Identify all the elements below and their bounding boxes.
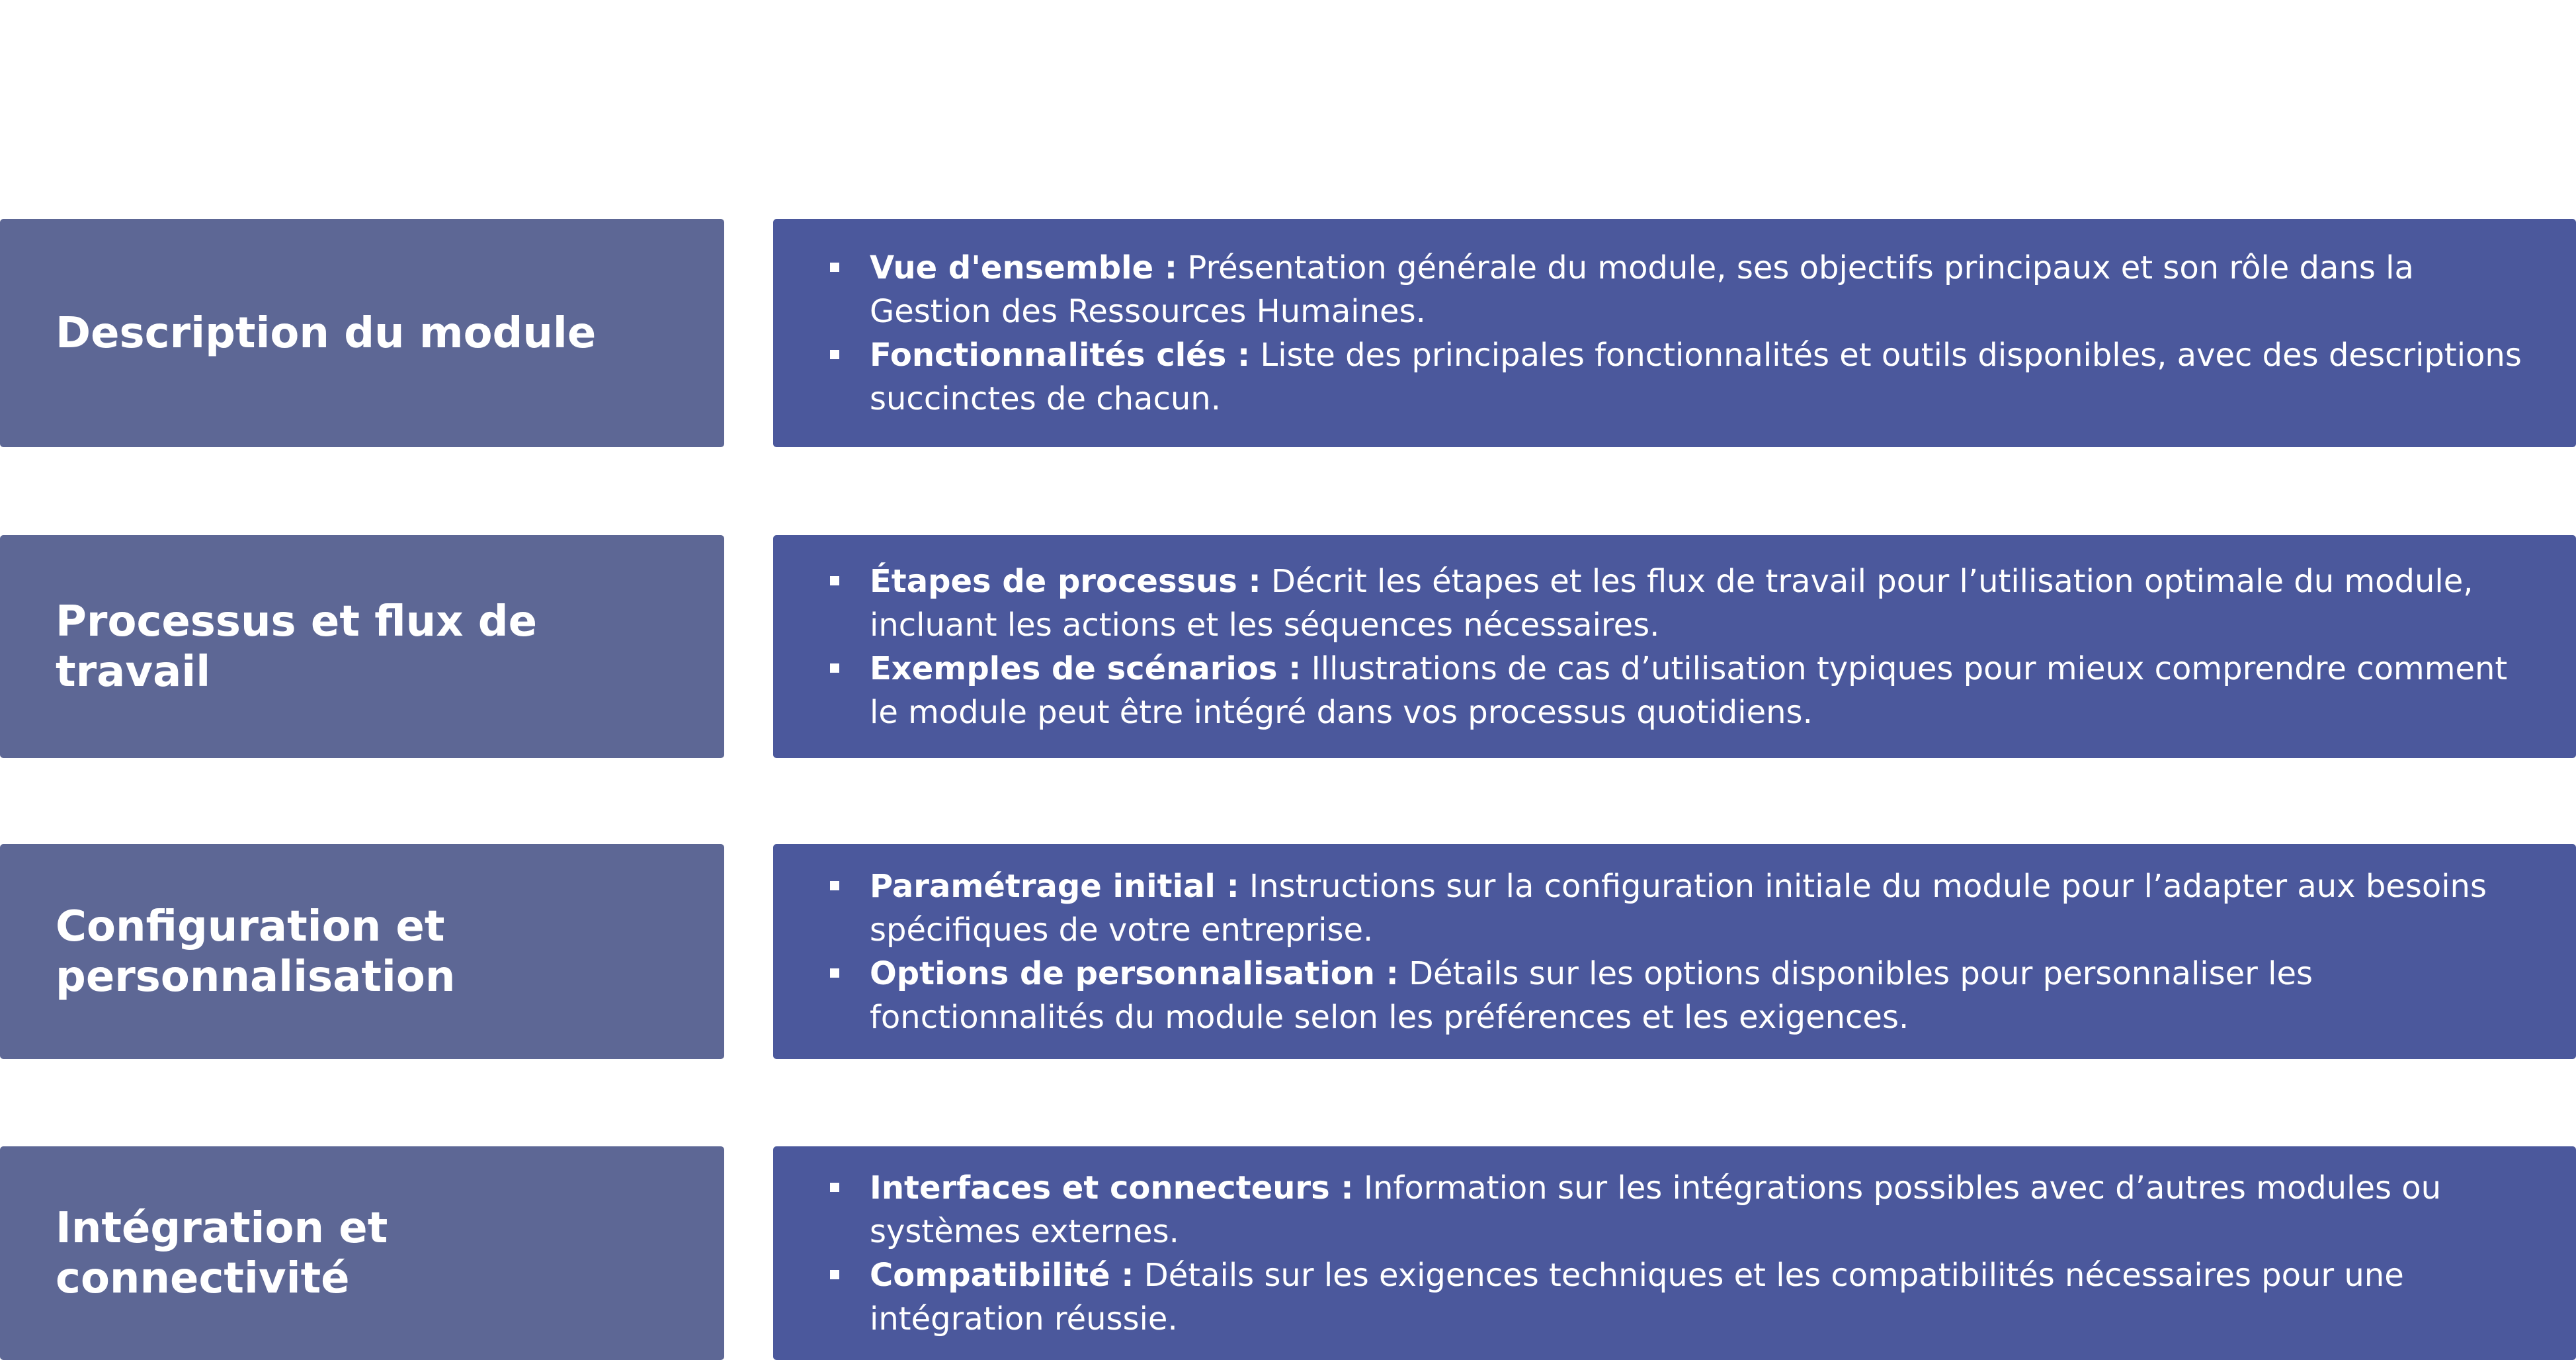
row-content-box: Paramétrage initial : Instructions sur l… [773, 844, 2576, 1059]
row-label-box: Description du module [0, 219, 724, 447]
module-overview-diagram: Description du module Vue d'ensemble : P… [0, 0, 2576, 1360]
bullet-title: Étapes de processus : [870, 562, 1261, 600]
bullet-item: Étapes de processus : Décrit les étapes … [830, 560, 2523, 647]
square-bullet-icon [830, 262, 839, 272]
bullet-item: Compatibilité : Détails sur les exigence… [830, 1254, 2523, 1341]
square-bullet-icon [830, 880, 839, 890]
bullet-item: Exemples de scénarios : Illustrations de… [830, 647, 2523, 734]
bullet-title: Interfaces et connecteurs : [870, 1169, 1354, 1207]
bullet-item: Fonctionnalités clés : Liste des princip… [830, 333, 2523, 421]
bullet-title: Options de personnalisation : [870, 955, 1399, 992]
bullet-item: Vue d'ensemble : Présentation générale d… [830, 246, 2523, 333]
row-processus-flux: Processus et flux de travail Étapes de p… [0, 535, 2576, 758]
row-integration-connectivite: Intégration et connectivité Interfaces e… [0, 1146, 2576, 1360]
row-label-box: Configuration et personnalisation [0, 844, 724, 1059]
bullet-title: Paramétrage initial : [870, 867, 1239, 905]
row-configuration-personnalisation: Configuration et personnalisation Paramé… [0, 844, 2576, 1059]
square-bullet-icon [830, 349, 839, 359]
row-content-box: Interfaces et connecteurs : Information … [773, 1146, 2576, 1360]
square-bullet-icon [830, 575, 839, 585]
square-bullet-icon [830, 1182, 839, 1192]
row-content-box: Étapes de processus : Décrit les étapes … [773, 535, 2576, 758]
square-bullet-icon [830, 968, 839, 978]
square-bullet-icon [830, 663, 839, 673]
row-content-box: Vue d'ensemble : Présentation générale d… [773, 219, 2576, 447]
row-label: Processus et flux de travail [56, 597, 537, 697]
row-description-module: Description du module Vue d'ensemble : P… [0, 219, 2576, 447]
row-label: Description du module [56, 308, 597, 358]
square-bullet-icon [830, 1269, 839, 1279]
row-label: Configuration et personnalisation [56, 902, 456, 1001]
bullet-item: Options de personnalisation : Détails su… [830, 952, 2523, 1039]
bullet-item: Interfaces et connecteurs : Information … [830, 1166, 2523, 1254]
bullet-title: Exemples de scénarios : [870, 650, 1302, 687]
bullet-title: Fonctionnalités clés : [870, 336, 1251, 374]
bullet-title: Compatibilité : [870, 1256, 1134, 1294]
row-label: Intégration et connectivité [56, 1203, 388, 1303]
bullet-title: Vue d'ensemble : [870, 249, 1178, 286]
bullet-item: Paramétrage initial : Instructions sur l… [830, 865, 2523, 952]
row-label-box: Intégration et connectivité [0, 1146, 724, 1360]
row-label-box: Processus et flux de travail [0, 535, 724, 758]
